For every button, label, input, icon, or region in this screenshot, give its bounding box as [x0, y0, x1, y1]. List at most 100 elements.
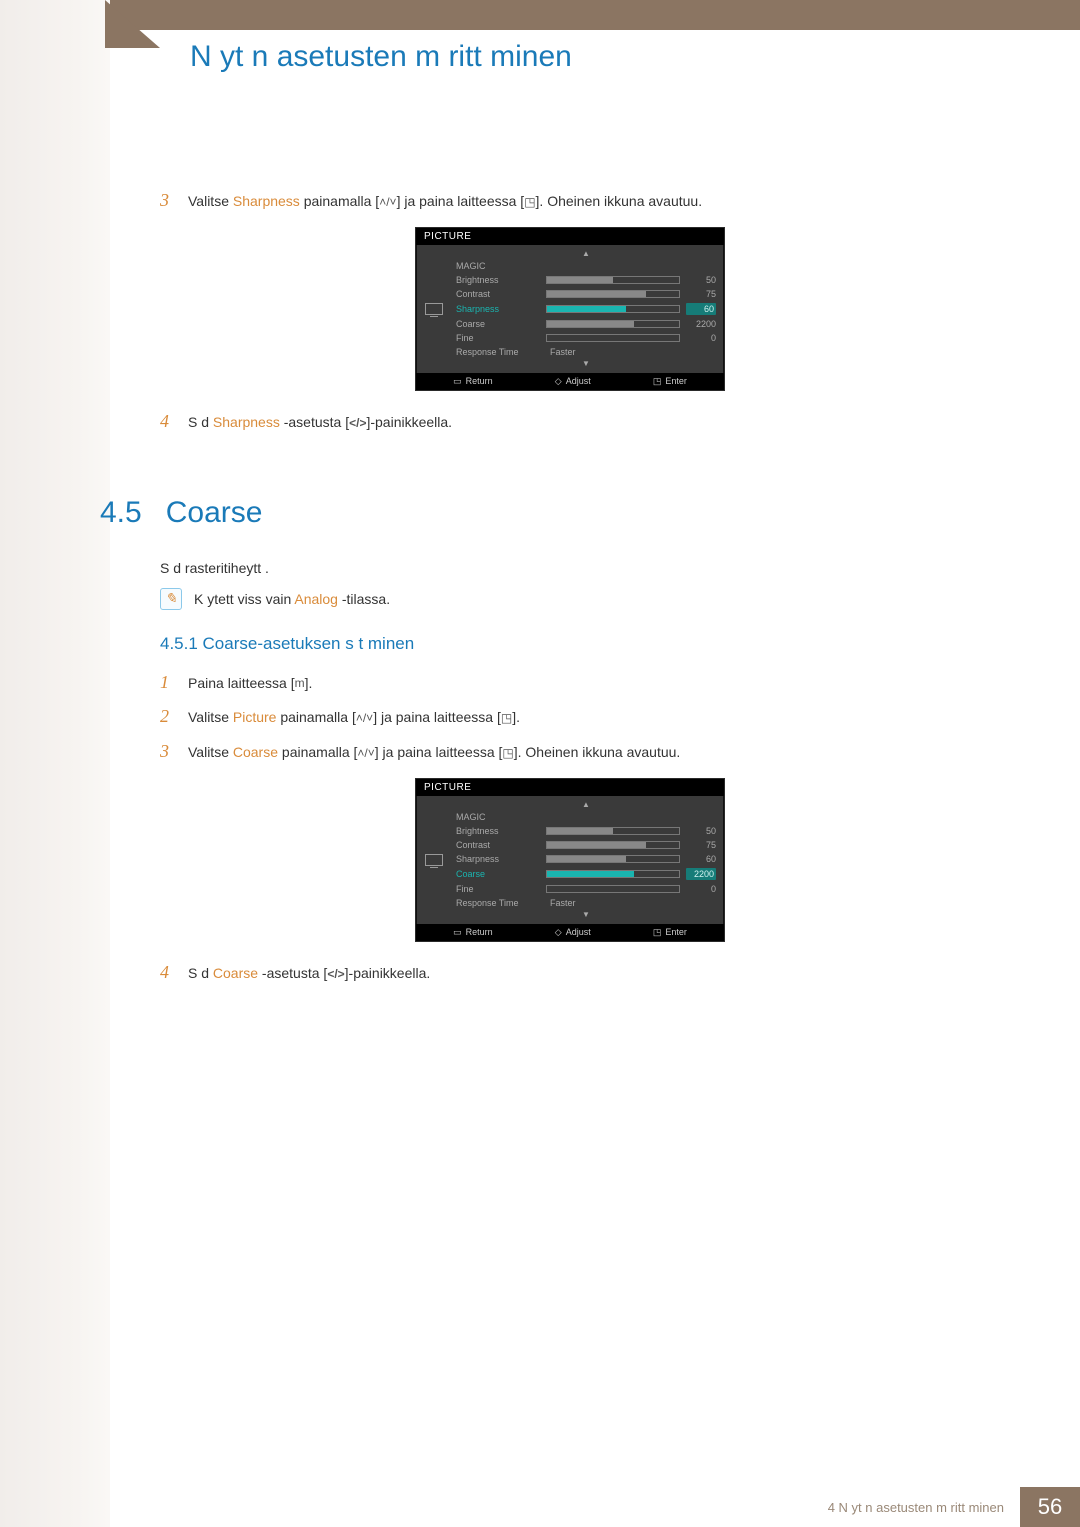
step-3-sharpness: 3 Valitse Sharpness painamalla [˄/˅] ja … — [160, 186, 980, 215]
section-4-5-heading: 4.5 Coarse — [100, 496, 980, 530]
osd-row-contrast: Contrast 75 — [456, 287, 716, 301]
osd-row-label: Fine — [456, 333, 546, 343]
osd-bar — [546, 885, 680, 893]
osd-screenshot-coarse: PICTURE ▲MAGICBrightness50Contrast75Shar… — [160, 778, 980, 942]
osd-row-label: Brightness — [456, 275, 546, 285]
scroll-down-icon: ▼ — [456, 910, 716, 920]
osd-value: 60 — [686, 303, 716, 315]
note-text: K ytett viss vain Analog -tilassa. — [194, 591, 390, 607]
monitor-icon — [425, 854, 443, 866]
enter-icon: ◳ — [653, 927, 662, 938]
adjust-icon: ◇ — [555, 376, 562, 387]
top-banner — [110, 0, 1080, 30]
adjust-icon: ◇ — [555, 927, 562, 938]
osd-row-label: MAGIC — [456, 812, 546, 822]
scroll-down-icon: ▼ — [456, 359, 716, 369]
step-text: Valitse Sharpness painamalla [˄/˅] ja pa… — [188, 190, 702, 212]
osd-row-label: Contrast — [456, 289, 546, 299]
section-name: Coarse — [166, 496, 263, 530]
osd-row-coarse: Coarse 2200 — [456, 866, 716, 882]
osd-title: PICTURE — [416, 779, 724, 796]
content-area: 3 Valitse Sharpness painamalla [˄/˅] ja … — [160, 180, 980, 993]
osd-bar — [546, 841, 680, 849]
osd-value-text: Faster — [546, 898, 686, 908]
leftright-icon: </> — [327, 965, 344, 984]
osd-row-brightness: Brightness50 — [456, 273, 716, 287]
leftright-icon: </> — [349, 414, 366, 433]
note-analog: ✎ K ytett viss vain Analog -tilassa. — [160, 588, 980, 610]
osd-value: 75 — [686, 289, 716, 299]
step-2-coarse: 2 Valitse Picture painamalla [˄/˅] ja pa… — [160, 702, 980, 731]
osd-row-label: MAGIC — [456, 261, 546, 271]
step-number: 1 — [160, 668, 178, 697]
osd-sidebar-icon — [422, 800, 446, 920]
osd-row-label: Fine — [456, 884, 546, 894]
enter-icon: ◳ — [524, 193, 535, 212]
step-text: Paina laitteessa [m]. — [188, 672, 312, 694]
osd-row-fine: Fine 0 — [456, 331, 716, 345]
osd-value-text: Faster — [546, 347, 686, 357]
osd-row-label: Sharpness — [456, 854, 546, 864]
osd-row-label: Coarse — [456, 319, 546, 329]
osd-value: 60 — [686, 854, 716, 864]
return-icon: ▭ — [453, 376, 462, 387]
osd-footer: ▭Return ◇Adjust ◳Enter — [416, 924, 724, 941]
scroll-up-icon: ▲ — [456, 800, 716, 810]
osd-row-label: Sharpness — [456, 304, 546, 314]
step-number: 2 — [160, 702, 178, 731]
osd-row-label: Coarse — [456, 869, 546, 879]
left-margin-gradient — [0, 0, 110, 1527]
osd-row-response-time: Response TimeFaster — [456, 345, 716, 359]
section-intro: S d rasteritiheytt . — [160, 560, 980, 576]
updown-icon: ˄/˅ — [357, 744, 374, 763]
osd-bar — [546, 855, 680, 863]
osd-value: 0 — [686, 884, 716, 894]
osd-screenshot-sharpness: PICTURE ▲MAGICBrightness50Contrast75Shar… — [160, 227, 980, 391]
step-number: 4 — [160, 958, 178, 987]
step-number: 3 — [160, 737, 178, 766]
osd-row-label: Response Time — [456, 347, 546, 357]
osd-row-coarse: Coarse 2200 — [456, 317, 716, 331]
osd-row-fine: Fine 0 — [456, 882, 716, 896]
step-text: S d Coarse -asetusta [</>]-painikkeella. — [188, 962, 430, 984]
osd-bar — [546, 276, 680, 284]
osd-sidebar-icon — [422, 249, 446, 369]
page-title: N yt n asetusten m ritt minen — [190, 40, 572, 74]
osd-row-brightness: Brightness 50 — [456, 824, 716, 838]
step-number: 3 — [160, 186, 178, 215]
osd-row-magic: MAGIC — [456, 259, 716, 273]
osd-bar — [546, 827, 680, 835]
step-text: S d Sharpness -asetusta [</>]-painikkeel… — [188, 411, 452, 433]
osd-row-magic: MAGIC — [456, 810, 716, 824]
step-4-sharpness: 4 S d Sharpness -asetusta [</>]-painikke… — [160, 407, 980, 436]
note-icon: ✎ — [160, 588, 182, 610]
osd-value: 0 — [686, 333, 716, 343]
step-3-coarse: 3 Valitse Coarse painamalla [˄/˅] ja pai… — [160, 737, 980, 766]
osd-value: 50 — [686, 826, 716, 836]
osd-footer: ▭Return ◇Adjust ◳Enter — [416, 373, 724, 390]
osd-panel: PICTURE ▲MAGICBrightness50Contrast75Shar… — [415, 227, 725, 391]
monitor-icon — [425, 303, 443, 315]
osd-value: 2200 — [686, 319, 716, 329]
osd-bar — [546, 290, 680, 298]
osd-row-label: Brightness — [456, 826, 546, 836]
step-text: Valitse Coarse painamalla [˄/˅] ja paina… — [188, 741, 680, 763]
subsection-4-5-1: 4.5.1 Coarse-asetuksen s t minen — [160, 634, 980, 654]
section-number: 4.5 — [100, 496, 142, 530]
osd-row-sharpness: Sharpness 60 — [456, 301, 716, 317]
osd-row-contrast: Contrast75 — [456, 838, 716, 852]
return-icon: ▭ — [453, 927, 462, 938]
step-1-coarse: 1 Paina laitteessa [m]. — [160, 668, 980, 697]
step-number: 4 — [160, 407, 178, 436]
osd-row-label: Contrast — [456, 840, 546, 850]
osd-row-label: Response Time — [456, 898, 546, 908]
updown-icon: ˄/˅ — [379, 193, 396, 212]
page-footer: 4 N yt n asetusten m ritt minen 56 — [0, 1487, 1080, 1527]
osd-value: 2200 — [686, 868, 716, 880]
footer-chapter-text: 4 N yt n asetusten m ritt minen — [828, 1487, 1020, 1527]
osd-row-sharpness: Sharpness 60 — [456, 852, 716, 866]
enter-icon: ◳ — [501, 709, 512, 728]
osd-bar — [546, 305, 680, 313]
enter-icon: ◳ — [502, 744, 513, 763]
osd-bar — [546, 334, 680, 342]
